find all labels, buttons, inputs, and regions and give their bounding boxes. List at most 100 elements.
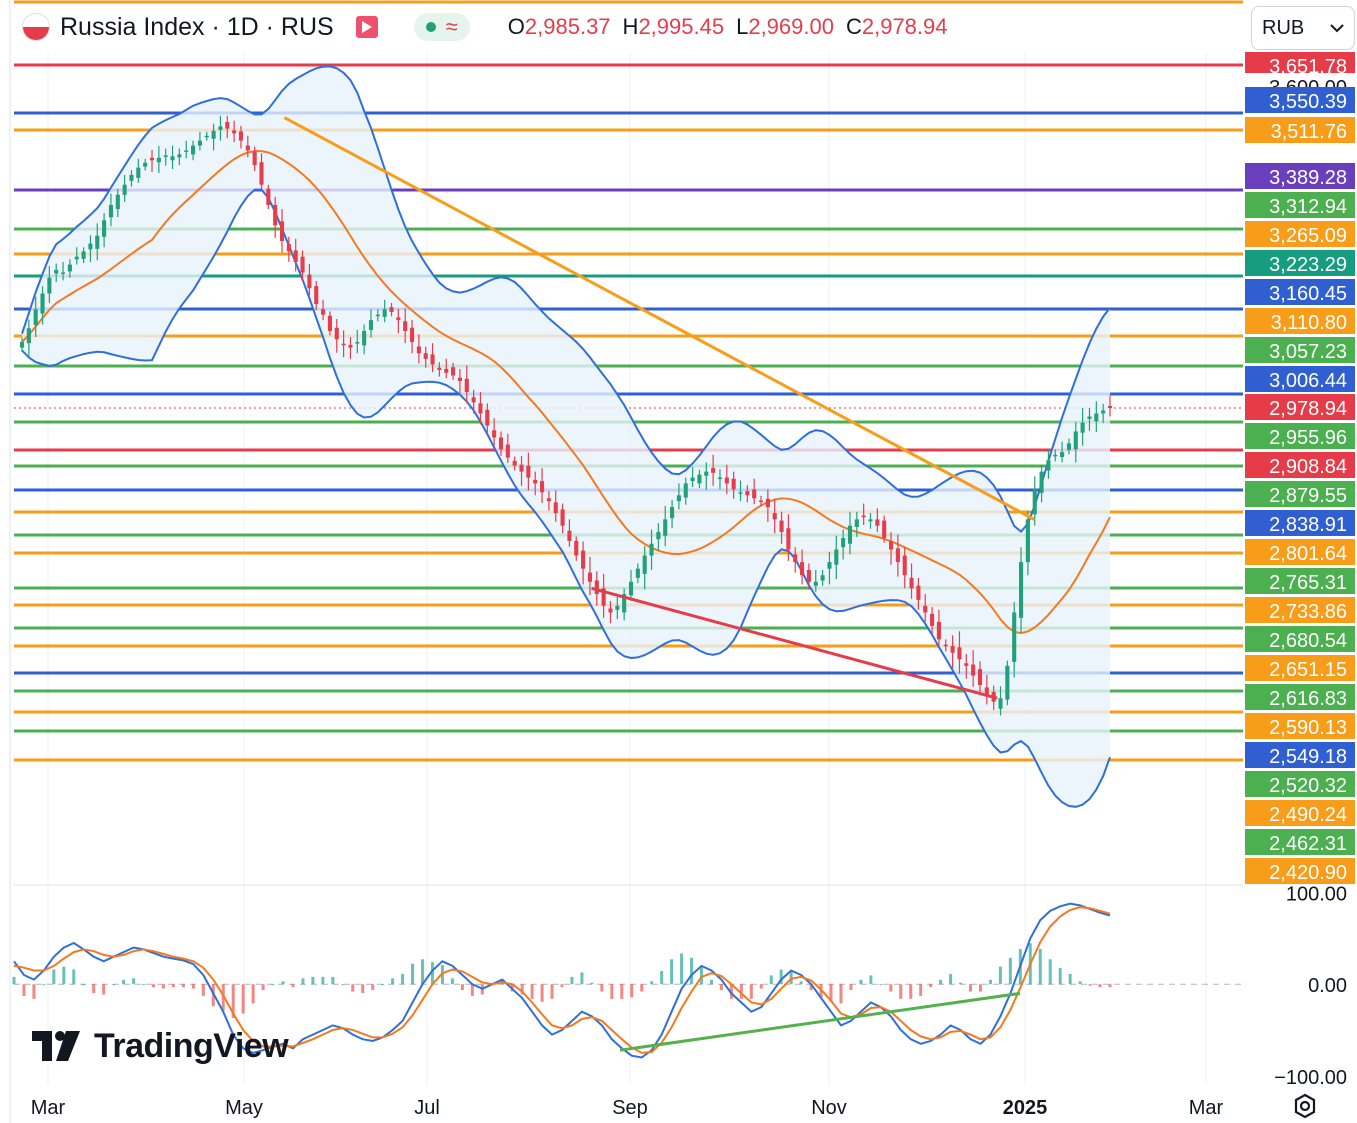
candle-body xyxy=(567,530,572,541)
ohlc-readout: O2,985.37 H2,995.45 L2,969.00 C2,978.94 xyxy=(508,14,948,40)
candle-body xyxy=(553,502,558,514)
histogram-bar xyxy=(291,984,295,988)
histogram-bar xyxy=(92,984,96,994)
candle-body xyxy=(81,251,86,259)
candle-body xyxy=(382,309,387,317)
price-label: 2,733.86 xyxy=(1269,601,1347,623)
candle-body xyxy=(512,460,517,466)
histogram-bar xyxy=(22,984,26,996)
tradingview-logo-icon xyxy=(32,1031,80,1061)
candle-body xyxy=(820,575,825,581)
histogram-bar xyxy=(112,984,116,986)
symbol-title[interactable]: Russia Index · 1D · RUS xyxy=(60,13,334,42)
price-axis[interactable]: 3,651.783,600.003,550.393,511.763,389.28… xyxy=(1245,52,1355,884)
candle-body xyxy=(355,342,360,344)
price-label: 2,978.94 xyxy=(1269,398,1347,420)
candle-body xyxy=(971,664,976,676)
histogram-bar xyxy=(421,959,425,985)
high-value: 2,995.45 xyxy=(638,14,725,39)
candle-body xyxy=(403,321,408,331)
candle-body xyxy=(334,327,339,340)
tradingview-logo[interactable]: TradingView xyxy=(32,1026,289,1066)
histogram-bar xyxy=(650,981,654,985)
candle-body xyxy=(711,468,716,473)
histogram-bar xyxy=(1088,984,1092,986)
candle-body xyxy=(895,548,900,563)
candle-body xyxy=(1032,489,1037,515)
histogram-bar xyxy=(1078,981,1082,985)
candle-body xyxy=(156,157,161,163)
histogram-bar xyxy=(281,981,285,985)
histogram-bar xyxy=(690,957,694,985)
candle-body xyxy=(170,156,175,161)
time-axis-label: 2025 xyxy=(1003,1097,1048,1119)
candle-body xyxy=(1025,519,1030,563)
candle-body xyxy=(676,495,681,502)
price-label: 3,160.45 xyxy=(1269,283,1347,305)
candle-body xyxy=(642,555,647,574)
time-axis-label: Nov xyxy=(811,1097,847,1119)
market-status-pill[interactable]: ≈ xyxy=(413,13,470,41)
time-axis-label: May xyxy=(225,1097,263,1119)
candle-body xyxy=(327,315,332,331)
histogram-bar xyxy=(181,984,185,988)
settings-gear-icon[interactable] xyxy=(1290,1092,1320,1122)
histogram-bar xyxy=(570,976,574,985)
candle-body xyxy=(368,320,374,330)
price-label: 2,908.84 xyxy=(1269,456,1347,478)
histogram-bar xyxy=(341,984,345,986)
candle-body xyxy=(930,613,935,626)
candle-body xyxy=(33,309,38,326)
histogram-bar xyxy=(550,984,554,999)
histogram-bar xyxy=(680,953,684,985)
histogram-bar xyxy=(331,976,335,985)
candle-body xyxy=(348,344,353,348)
candle-body xyxy=(252,151,257,166)
candle-body xyxy=(533,479,538,484)
candle-body xyxy=(546,498,551,502)
candle-body xyxy=(690,477,695,482)
candle-body xyxy=(1060,452,1065,458)
histogram-bar xyxy=(201,984,205,996)
candle-body xyxy=(232,130,237,134)
price-label: 2,955.96 xyxy=(1269,427,1347,449)
candle-body xyxy=(478,403,483,414)
histogram-bar xyxy=(52,969,56,985)
candle-body xyxy=(259,162,264,185)
histogram-bar xyxy=(849,984,853,991)
delayed-data-icon: ≈ xyxy=(445,14,458,39)
candle-body xyxy=(1005,665,1010,700)
candle-body xyxy=(498,437,504,450)
histogram-bar xyxy=(620,984,624,999)
candle-body xyxy=(1080,422,1085,433)
histogram-bar xyxy=(590,982,594,985)
histogram-bar xyxy=(271,984,275,986)
candle-body xyxy=(806,569,811,582)
candle-body xyxy=(683,483,688,498)
candle-body xyxy=(827,562,832,569)
histogram-bar xyxy=(630,984,634,998)
alert-flag-icon[interactable] xyxy=(355,16,378,38)
candle-body xyxy=(587,572,593,582)
candle-body xyxy=(136,167,141,178)
histogram-bar xyxy=(1008,957,1012,985)
candle-body xyxy=(95,235,100,249)
candle-body xyxy=(649,543,654,556)
histogram-bar xyxy=(1108,984,1112,988)
candle-body xyxy=(800,562,805,576)
candle-body xyxy=(1066,443,1071,450)
price-label: 2,549.18 xyxy=(1269,746,1347,768)
candle-body xyxy=(307,274,312,289)
histogram-bar xyxy=(600,984,604,992)
histogram-bar xyxy=(301,978,305,985)
logo-text: TradingView xyxy=(94,1026,289,1065)
histogram-bar xyxy=(969,984,973,992)
price-label: 3,312.94 xyxy=(1269,196,1347,218)
currency-select[interactable]: RUB xyxy=(1251,6,1355,50)
candle-body xyxy=(916,585,921,600)
candle-body xyxy=(875,519,880,526)
candle-body xyxy=(882,520,887,539)
time-axis-label: Mar xyxy=(1189,1097,1224,1119)
candle-body xyxy=(868,519,873,522)
price-label: 3,511.76 xyxy=(1271,121,1347,143)
